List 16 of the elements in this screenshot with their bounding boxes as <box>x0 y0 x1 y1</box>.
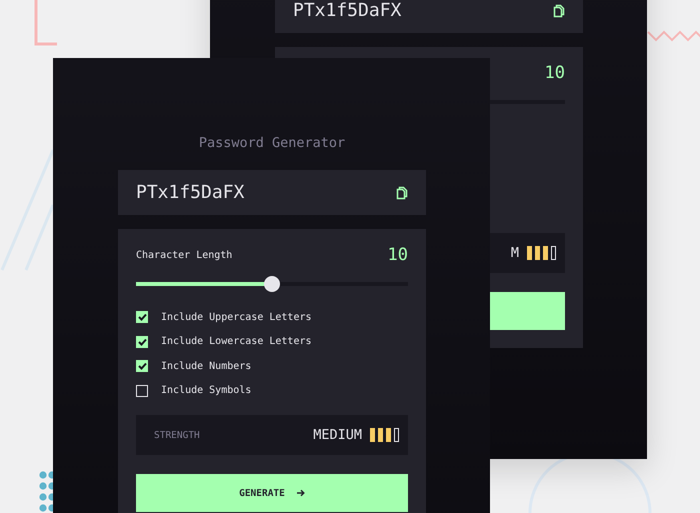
strength-label: M <box>510 245 519 261</box>
length-value: 10 <box>544 63 565 83</box>
generate-button[interactable]: GENERATE <box>136 474 408 512</box>
app-title: Password Generator <box>198 135 346 151</box>
length-label: Character Length <box>136 250 232 260</box>
password-text: PTx1f5DaFX <box>293 0 402 21</box>
password-text: PTx1f5DaFX <box>136 182 244 203</box>
option-label: Include Symbols <box>161 385 252 396</box>
length-value: 10 <box>388 245 408 265</box>
option-label: Include Numbers <box>161 360 252 372</box>
password-field[interactable]: PTx1f5DaFX <box>118 170 426 215</box>
strength-label: MEDIUM <box>313 427 362 443</box>
password-field[interactable]: PTx1f5DaFX <box>275 0 583 33</box>
option-label: Include Uppercase Letters <box>161 312 312 323</box>
option-label: Include Lowercase Letters <box>161 336 312 348</box>
strength-caption: STRENGTH <box>154 430 200 440</box>
